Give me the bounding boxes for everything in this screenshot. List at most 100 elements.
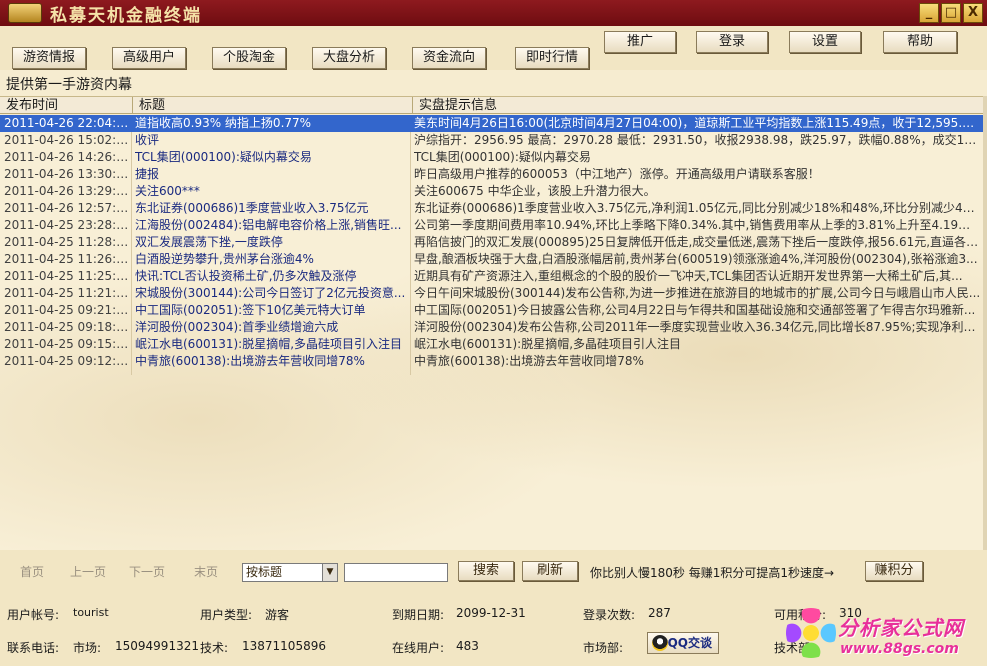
table-row[interactable]: 2011-04-25 09:21:14 中工国际(002051):签下10亿美元特… — [0, 302, 983, 319]
login-count-value: 287 — [648, 606, 671, 620]
row-title: 岷江水电(600131):脱星摘帽,多晶硅项目引入注目 — [135, 337, 403, 351]
chevron-down-icon[interactable]: ▼ — [322, 564, 337, 581]
row-info: 东北证券(000686)1季度营业收入3.75亿元,净利润1.05亿元,同比分别… — [414, 201, 981, 215]
column-header-info[interactable]: 实盘提示信息 — [412, 97, 983, 114]
qq-chat-button[interactable]: QQ交谈 — [647, 632, 719, 654]
flower-logo-icon — [786, 608, 836, 658]
table-row[interactable]: 2011-04-25 09:18:14 洋河股份(002304):首季业绩增逾六成… — [0, 319, 983, 336]
tech-label: 技术: — [200, 641, 229, 655]
table-row[interactable]: 2011-04-25 09:12:38 中青旅(600138):出境游去年营收同增… — [0, 353, 983, 370]
row-time: 2011-04-25 11:28:24 — [4, 235, 130, 249]
table-row[interactable]: 2011-04-25 09:15:50 岷江水电(600131):脱星摘帽,多晶硅… — [0, 336, 983, 353]
row-time: 2011-04-25 11:25:14 — [4, 269, 130, 283]
row-title: 双汇发展震荡下挫,一度跌停 — [135, 235, 283, 249]
nav-realtime-quotes-button[interactable]: 即时行情 — [515, 47, 589, 69]
online-users-label: 在线用户: — [392, 641, 445, 655]
table-scrollbar[interactable] — [983, 96, 987, 550]
row-info: 中工国际(002051)今日披露公告称,公司4月22日与乍得共和国基础设施和交通… — [414, 303, 976, 317]
column-header-title[interactable]: 标题 — [132, 97, 412, 114]
tagline: 提供第一手游资内幕 — [6, 77, 132, 93]
market-label: 市场: — [73, 641, 102, 655]
table-row[interactable]: 2011-04-26 14:26:37 TCL集团(000100):疑似内幕交易 T… — [0, 149, 983, 166]
nav-stock-picks-button[interactable]: 个股淘金 — [212, 47, 286, 69]
row-time: 2011-04-25 09:21:14 — [4, 303, 130, 317]
table-row[interactable]: 2011-04-26 13:29:00 关注600*** 关注600675 中华企业… — [0, 183, 983, 200]
search-mode-select[interactable]: 按标题 ▼ — [242, 563, 338, 582]
promote-button[interactable]: 推广 — [604, 31, 676, 53]
window-controls: _ □ X — [919, 3, 983, 23]
qq-chat-label: QQ交谈 — [667, 636, 712, 650]
row-title: 关注600*** — [135, 184, 200, 198]
prev-page-button[interactable]: 上一页 — [70, 563, 106, 580]
row-title: 中工国际(002051):签下10亿美元特大订单 — [135, 303, 366, 317]
earn-points-button[interactable]: 赚积分 — [865, 561, 923, 581]
table-row[interactable]: 2011-04-26 13:30:47 捷报 昨日高级用户推荐的600053（中江地… — [0, 166, 983, 183]
table-row[interactable]: 2011-04-26 12:57:32 东北证券(000686)1季度营业收入3.… — [0, 200, 983, 217]
market-phone: 15094991321 — [115, 639, 199, 653]
table-row[interactable]: 2011-04-25 11:26:14 白酒股逆势攀升,贵州茅台涨逾4% 早盘,酿酒… — [0, 251, 983, 268]
first-page-button[interactable]: 首页 — [20, 563, 44, 580]
row-info: 公司第一季度期间费用率10.94%,环比上季略下降0.34%.其中,销售费用率从… — [414, 218, 981, 232]
help-button[interactable]: 帮助 — [883, 31, 957, 53]
expiry-value: 2099-12-31 — [456, 606, 526, 620]
user-type-value: 游客 — [265, 608, 290, 622]
minimize-button[interactable]: _ — [919, 3, 939, 23]
row-info: 中青旅(600138):出境游去年营收同增78% — [414, 354, 644, 368]
row-info: 昨日高级用户推荐的600053（中江地产）涨停。开通高级用户请联系客服！ — [414, 167, 820, 181]
table-row[interactable]: 2011-04-25 23:28:29 江海股份(002484):铝电解电容价格上… — [0, 217, 983, 234]
menu-bar: 游资情报 高级用户 个股淘金 大盘分析 资金流向 即时行情 推广 登录 设置 帮… — [0, 26, 987, 70]
row-time: 2011-04-26 14:26:37 — [4, 150, 130, 164]
row-title: 收评 — [135, 133, 160, 147]
row-time: 2011-04-26 13:30:47 — [4, 167, 130, 181]
expiry-label: 到期日期: — [392, 608, 445, 622]
nav-premium-user-button[interactable]: 高级用户 — [112, 47, 186, 69]
settings-button[interactable]: 设置 — [789, 31, 861, 53]
row-title: 中青旅(600138):出境游去年营收同增78% — [135, 354, 365, 368]
speed-hint: 你比别人慢180秒 每赚1积分可提高1秒速度→ — [590, 566, 835, 580]
column-header-time[interactable]: 发布时间 — [0, 97, 132, 114]
row-time: 2011-04-26 12:57:32 — [4, 201, 130, 215]
table-row[interactable]: 2011-04-25 11:25:14 快讯:TCL否认投资稀土矿,仍多次触及涨停… — [0, 268, 983, 285]
nav-youzi-intel-button[interactable]: 游资情报 — [12, 47, 86, 69]
row-info: 关注600675 中华企业，该股上升潜力很大。 — [414, 184, 656, 198]
refresh-button[interactable]: 刷新 — [522, 561, 578, 581]
search-button[interactable]: 搜索 — [458, 561, 514, 581]
close-button[interactable]: X — [963, 3, 983, 23]
market-dept-label: 市场部: — [583, 641, 624, 655]
login-button[interactable]: 登录 — [696, 31, 768, 53]
row-info: 再陷信披门的双汇发展(000895)25日复牌低开低走,成交量低迷,震荡下挫后一… — [414, 235, 981, 249]
row-time: 2011-04-25 11:21:14 — [4, 286, 130, 300]
nav-fund-flow-button[interactable]: 资金流向 — [412, 47, 486, 69]
row-title: 江海股份(002484):铝电解电容价格上涨,销售旺... — [135, 218, 402, 232]
row-info: TCL集团(000100):疑似内幕交易 — [414, 150, 591, 164]
row-time: 2011-04-25 09:15:50 — [4, 337, 130, 351]
search-input[interactable] — [344, 563, 448, 582]
qq-penguin-icon — [652, 635, 668, 651]
nav-market-analysis-button[interactable]: 大盘分析 — [312, 47, 386, 69]
row-title: 快讯:TCL否认投资稀土矿,仍多次触及涨停 — [135, 269, 357, 283]
watermark-url: www.88gs.com — [840, 641, 959, 657]
row-info: 近期具有矿产资源注入,重组概念的个股的股价一飞冲天,TCL集团否认近期开发世界第… — [414, 269, 963, 283]
row-time: 2011-04-26 13:29:00 — [4, 184, 130, 198]
account-value: tourist — [73, 606, 109, 619]
table-row[interactable]: 2011-04-26 22:04:57 道指收高0.93% 纳指上扬0.77% 美东… — [0, 115, 983, 132]
row-info: 洋河股份(002304)发布公告称,公司2011年一季度实现营业收入36.34亿… — [414, 320, 981, 334]
row-time: 2011-04-26 22:04:57 — [4, 116, 130, 130]
table-row[interactable]: 2011-04-25 11:28:24 双汇发展震荡下挫,一度跌停 再陷信披门的双汇… — [0, 234, 983, 251]
row-title: TCL集团(000100):疑似内幕交易 — [135, 150, 312, 164]
row-title: 洋河股份(002304):首季业绩增逾六成 — [135, 320, 339, 334]
row-info: 早盘,酿酒板块强于大盘,白酒股涨幅居前,贵州茅台(600519)领涨涨逾4%,洋… — [414, 252, 978, 266]
row-time: 2011-04-25 23:28:29 — [4, 218, 130, 232]
row-info: 美东时间4月26日16:00(北京时间4月27日04:00)，道琼斯工业平均指数… — [414, 116, 981, 130]
news-table: 2011-04-26 22:04:57 道指收高0.93% 纳指上扬0.77% 美东… — [0, 115, 983, 550]
maximize-button[interactable]: □ — [941, 3, 961, 23]
table-row[interactable]: 2011-04-25 11:21:14 宋城股份(300144):公司今日签订了2… — [0, 285, 983, 302]
row-time: 2011-04-26 15:02:17 — [4, 133, 130, 147]
last-page-button[interactable]: 末页 — [194, 563, 218, 580]
table-row[interactable]: 2011-04-26 15:02:17 收评 沪综指开：2956.95 最高：297… — [0, 132, 983, 149]
watermark-title: 分析家公式网 — [838, 616, 964, 640]
contact-label: 联系电话: — [7, 641, 60, 655]
next-page-button[interactable]: 下一页 — [129, 563, 165, 580]
row-title: 道指收高0.93% 纳指上扬0.77% — [135, 116, 312, 130]
table-header: 发布时间 标题 实盘提示信息 — [0, 96, 983, 114]
